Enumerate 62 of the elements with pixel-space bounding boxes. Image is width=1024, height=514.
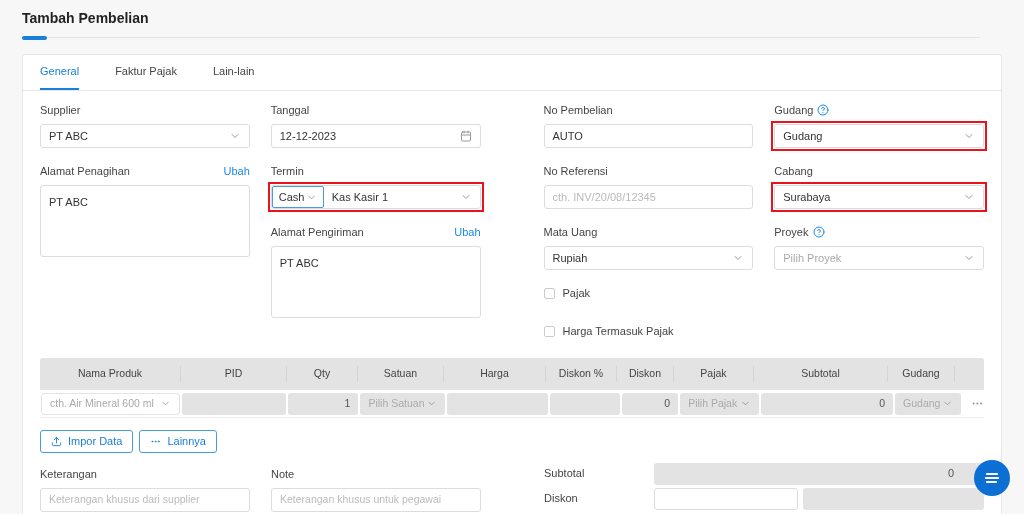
table-input[interactable]: 1 <box>288 392 359 415</box>
column-header: Diskon <box>617 366 674 382</box>
action-button[interactable]: Impor Data <box>40 430 134 453</box>
termin-field[interactable]: Cash Kas Kasir 1 <box>270 185 481 209</box>
upload-icon <box>51 436 62 447</box>
edit-link[interactable]: Ubah <box>454 223 481 241</box>
field-label: Mata Uang <box>543 224 598 240</box>
discount-input[interactable] <box>654 487 798 510</box>
field-label: No Pembelian <box>543 102 613 118</box>
column-header: Harga <box>444 366 546 382</box>
select-field[interactable]: PT ABC <box>40 124 250 148</box>
chat-button[interactable] <box>974 460 1010 496</box>
field-label: Alamat Pengiriman <box>270 224 364 240</box>
text-field[interactable]: AUTO <box>543 124 754 148</box>
field-label: Keterangan <box>40 467 98 482</box>
column-header: Diskon % <box>546 366 617 382</box>
date-field[interactable]: 12-12-2023 <box>270 124 481 148</box>
select-field[interactable]: Gudang <box>774 124 984 148</box>
field-label: No Referensi <box>543 163 608 179</box>
column-header: Nama Produk <box>40 366 181 382</box>
edit-link[interactable]: Ubah <box>223 162 250 180</box>
calendar-icon <box>459 130 472 142</box>
cash-account: Kas Kasir 1 <box>331 189 388 205</box>
field-label: Supplier <box>40 102 81 118</box>
tab[interactable]: Faktur Pajak <box>115 55 177 90</box>
field-label: Note <box>271 467 296 482</box>
column-header: Pajak <box>674 366 754 382</box>
checkbox[interactable] <box>543 287 555 299</box>
checkbox[interactable] <box>543 325 555 337</box>
summary-label: Diskon <box>544 491 579 507</box>
checkbox-label: Harga Termasuk Pajak <box>562 323 674 339</box>
summary-label: Subtotal <box>544 466 586 482</box>
table-input[interactable]: 0 <box>761 392 894 415</box>
address-textarea[interactable]: PT ABC <box>40 185 250 257</box>
table-input[interactable]: 0 <box>621 392 679 415</box>
column-header: Satuan <box>358 366 444 382</box>
table-input[interactable] <box>181 392 287 415</box>
table-input[interactable] <box>447 392 548 415</box>
checkbox-label: Pajak <box>562 285 591 301</box>
menu-lines-icon <box>985 472 999 484</box>
page-title: Tambah Pembelian <box>22 9 150 26</box>
select-field[interactable]: Rupiah <box>543 246 754 270</box>
column-header: PID <box>181 366 287 382</box>
column-header: Gudang <box>888 366 955 382</box>
tab[interactable]: Lain-lain <box>212 55 255 90</box>
field-label: Gudang <box>774 102 814 118</box>
field-label: Tanggal <box>270 102 310 118</box>
column-header: Subtotal <box>754 366 888 382</box>
field-label: Alamat Penagihan <box>40 163 130 179</box>
field-label: Termin <box>270 163 304 179</box>
address-textarea[interactable]: PT ABC <box>270 246 481 318</box>
help-icon[interactable] <box>812 226 825 238</box>
title-underline <box>22 36 47 40</box>
help-icon[interactable] <box>817 104 830 116</box>
column-header: Qty <box>287 366 358 382</box>
table-input[interactable] <box>549 392 620 415</box>
field-label: Cabang <box>774 163 813 179</box>
select-field[interactable]: Surabaya <box>774 185 984 209</box>
tab[interactable]: General <box>40 55 80 90</box>
action-button[interactable]: Lainnya <box>139 430 217 453</box>
field-label: Proyek <box>774 224 809 240</box>
termin-type: Cash <box>278 189 305 205</box>
